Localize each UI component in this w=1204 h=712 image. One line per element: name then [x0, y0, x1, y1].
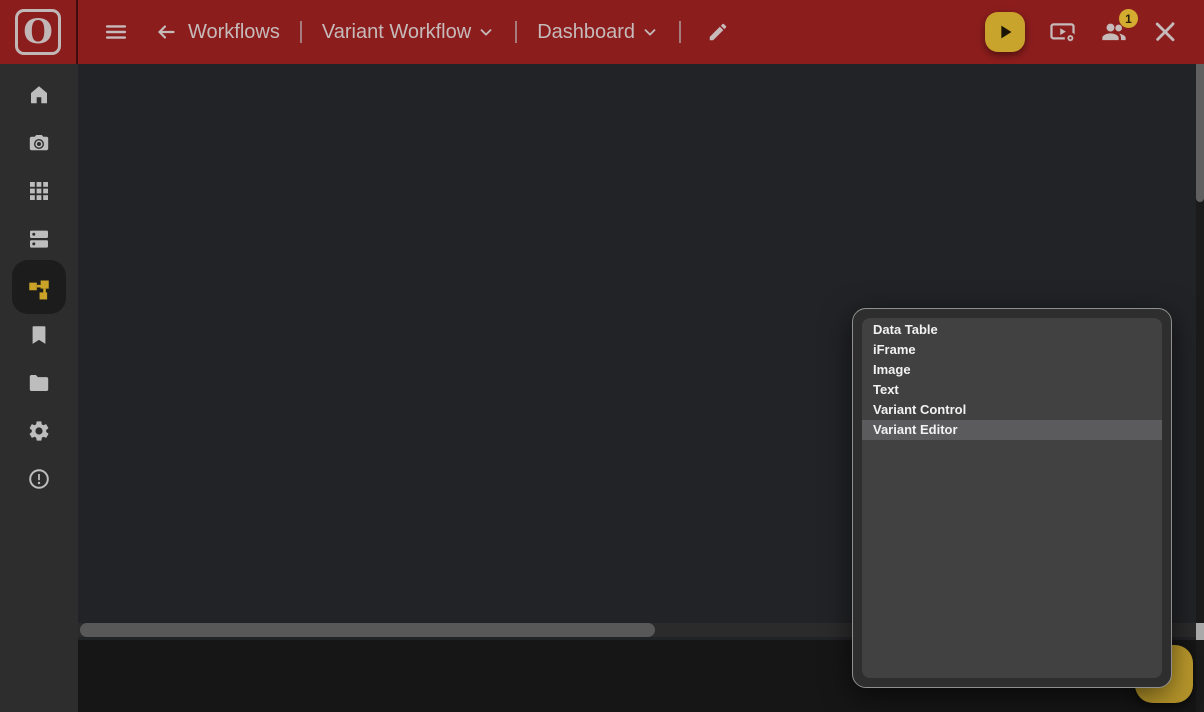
- widget-option-data-table[interactable]: Data Table: [862, 320, 1162, 340]
- camera-icon: [27, 131, 51, 155]
- presence-count-badge: 1: [1119, 9, 1138, 28]
- gear-icon: [27, 419, 51, 443]
- breadcrumb-divider: [300, 21, 302, 43]
- app-logo: O: [0, 0, 78, 64]
- horizontal-scrollbar-thumb[interactable]: [80, 623, 655, 637]
- sidebar-item-home[interactable]: [0, 71, 78, 119]
- collaborators-icon[interactable]: 1: [1100, 18, 1128, 46]
- bookmark-icon: [27, 323, 51, 347]
- menu-icon[interactable]: [104, 20, 128, 44]
- widget-option-text[interactable]: Text: [862, 380, 1162, 400]
- logo-icon: O: [15, 9, 61, 55]
- workflow-selector[interactable]: Variant Workflow: [322, 21, 471, 44]
- sidebar-item-alerts[interactable]: [0, 455, 78, 503]
- edit-icon[interactable]: [707, 21, 729, 43]
- sidebar-item-devices[interactable]: [0, 215, 78, 263]
- widget-picker-listbox: Data Table iFrame Image Text Variant Con…: [862, 318, 1162, 678]
- widget-option-variant-editor[interactable]: Variant Editor: [862, 420, 1162, 440]
- logo-letter: O: [20, 15, 56, 49]
- sidebar-item-workflows[interactable]: [0, 263, 78, 311]
- widget-option-variant-control[interactable]: Variant Control: [862, 400, 1162, 420]
- run-workflow-button[interactable]: [985, 12, 1025, 52]
- breadcrumb-workflows[interactable]: Workflows: [188, 21, 280, 44]
- sidebar-item-settings[interactable]: [0, 407, 78, 455]
- scrollbar-corner: [1196, 623, 1204, 640]
- dns-icon: [27, 227, 51, 251]
- sidebar-item-apps[interactable]: [0, 167, 78, 215]
- workflow-schema-icon: [12, 260, 66, 314]
- video-settings-icon[interactable]: [1049, 19, 1076, 46]
- chevron-down-icon[interactable]: [477, 23, 495, 41]
- chevron-down-icon[interactable]: [641, 23, 659, 41]
- widget-option-image[interactable]: Image: [862, 360, 1162, 380]
- app-window: O Workflows Variant Workflow Dashboard: [0, 0, 1204, 712]
- apps-grid-icon: [27, 179, 51, 203]
- vertical-scrollbar-thumb[interactable]: [1196, 64, 1204, 202]
- error-icon: [27, 467, 51, 491]
- widget-option-iframe[interactable]: iFrame: [862, 340, 1162, 360]
- dashboard-selector[interactable]: Dashboard: [537, 21, 635, 44]
- home-icon: [27, 83, 51, 107]
- exit-edit-icon[interactable]: [1152, 19, 1178, 45]
- header-actions: 1: [985, 12, 1204, 52]
- widget-picker-panel: Data Table iFrame Image Text Variant Con…: [852, 308, 1172, 688]
- sidebar-item-files[interactable]: [0, 359, 78, 407]
- back-arrow-icon[interactable]: [154, 20, 178, 44]
- nav-rail: [0, 64, 78, 712]
- top-app-bar: O Workflows Variant Workflow Dashboard: [0, 0, 1204, 64]
- sidebar-item-snapshots[interactable]: [0, 119, 78, 167]
- breadcrumb-divider: [679, 21, 681, 43]
- sidebar-item-bookmarks[interactable]: [0, 311, 78, 359]
- breadcrumb-divider: [515, 21, 517, 43]
- folder-icon: [27, 371, 51, 395]
